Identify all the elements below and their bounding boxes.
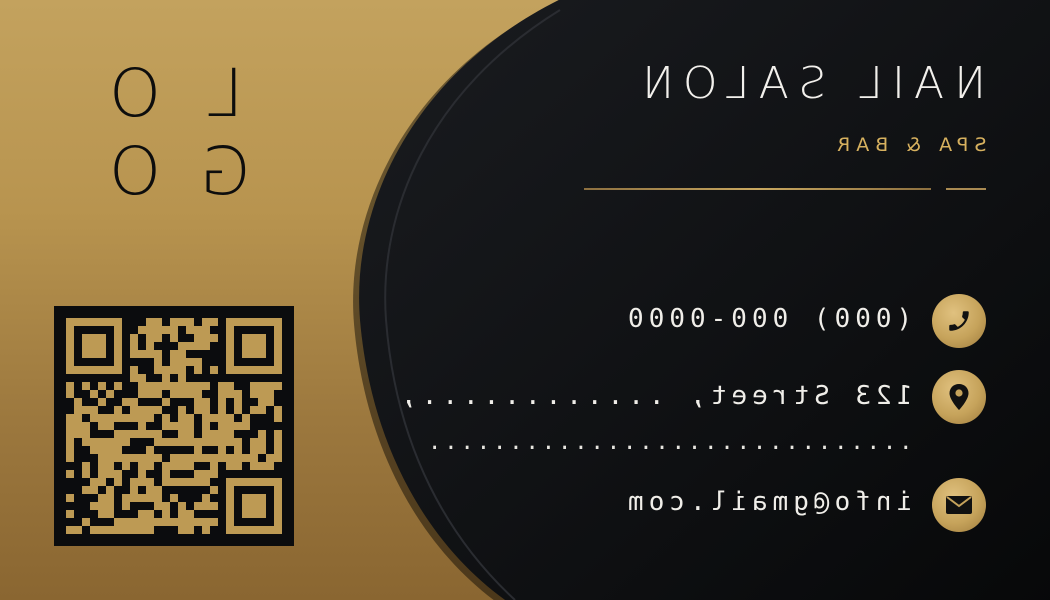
phone-number: (000) 000-0000	[623, 304, 912, 334]
address-line-2: ..............................	[425, 430, 912, 455]
address-text: 123 Street, ............,	[395, 381, 912, 411]
qr-code	[54, 306, 294, 546]
address-line-1: 123 Street, ............,	[396, 381, 912, 411]
business-card: L O G O NAIL SALON SPA & BAR (000) 000-0…	[0, 0, 1050, 600]
map-pin-icon	[932, 370, 986, 424]
logo-letter: L	[206, 55, 244, 132]
divider-short	[946, 188, 986, 190]
email-text: info@gmail.com	[622, 487, 912, 517]
qr-code-graphic	[66, 318, 282, 534]
logo-letter: O	[109, 133, 161, 210]
phone-icon	[932, 294, 986, 348]
logo-line-1: L O	[105, 55, 255, 133]
email-address: info@gmail.com	[623, 487, 912, 517]
divider	[584, 188, 931, 190]
title: NAIL SALON	[632, 58, 986, 109]
address-text-2: ..............................	[424, 430, 912, 455]
logo-letter: G	[199, 133, 251, 210]
subtitle-text: SPA & BAR	[830, 134, 986, 156]
subtitle: SPA & BAR	[831, 134, 986, 156]
logo: L O G O	[95, 55, 255, 225]
envelope-icon	[932, 478, 986, 532]
phone-text: (000) 000-0000	[622, 304, 912, 334]
logo-letter: O	[109, 55, 161, 132]
logo-line-2: G O	[105, 133, 255, 211]
title-text: NAIL SALON	[632, 58, 986, 109]
